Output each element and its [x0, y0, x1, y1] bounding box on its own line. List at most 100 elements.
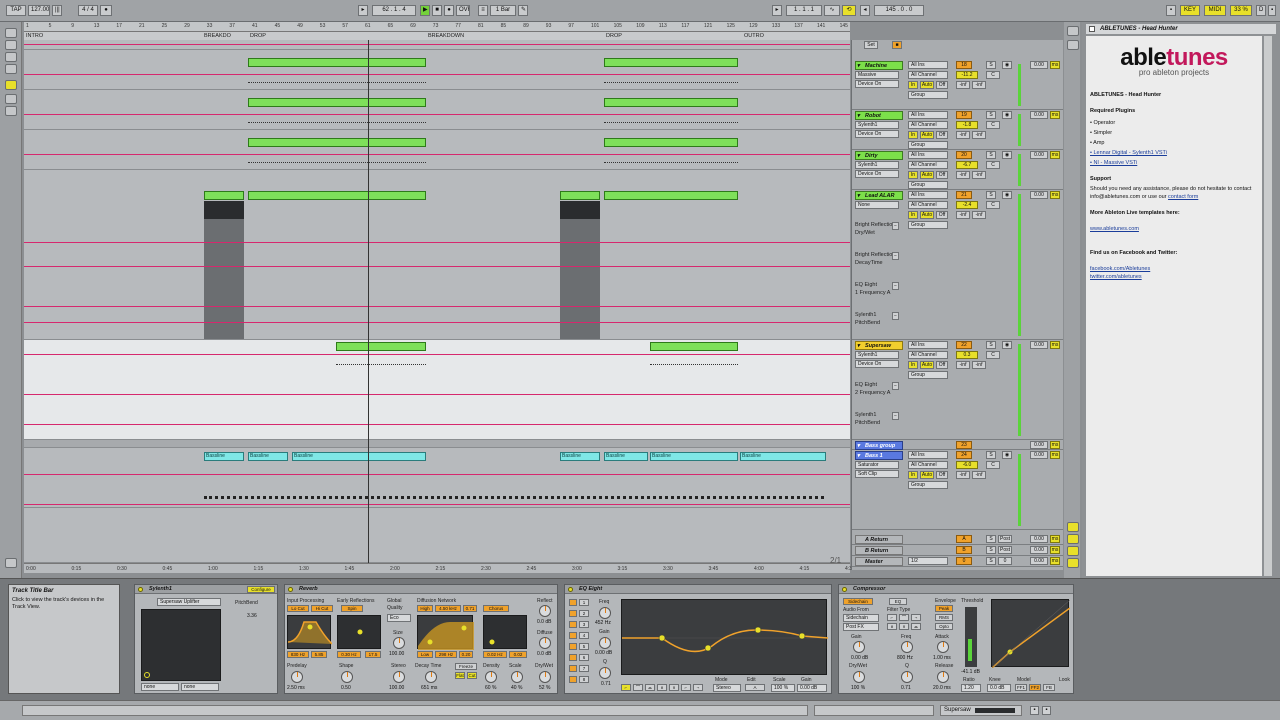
eq-band-toggle[interactable]: [569, 610, 577, 617]
pan-field[interactable]: C: [986, 161, 1000, 169]
volume-field[interactable]: -2.4: [956, 201, 978, 209]
help-view-toggle[interactable]: [1067, 26, 1079, 36]
input-channel-select[interactable]: All Channel: [908, 121, 948, 129]
ms-button[interactable]: ms: [1050, 61, 1060, 69]
scale-knob[interactable]: [511, 671, 523, 683]
eq-band-toggle[interactable]: [569, 599, 577, 606]
eq-band-select[interactable]: 4: [579, 632, 589, 639]
monitor-in-button[interactable]: In: [908, 471, 918, 479]
automation-line[interactable]: [24, 474, 850, 475]
ratio-field[interactable]: 1.20: [961, 684, 981, 692]
audio-from-select[interactable]: Sidechain: [843, 614, 879, 622]
low-button[interactable]: Low: [417, 651, 433, 658]
chorus-amount[interactable]: 0.02: [509, 651, 527, 658]
output-select[interactable]: Group: [908, 481, 948, 489]
hi-cut-button[interactable]: Hi Cut: [311, 605, 333, 612]
beat-ruler[interactable]: 1 5 9 13 17 21 25 29 33 37 41 45 49 53 57 61 65 69 73 77 81 8…: [24, 22, 850, 32]
key-map-button[interactable]: KEY: [1180, 5, 1200, 16]
loop-start[interactable]: 1 . 1 . 1: [786, 5, 822, 16]
locator-marker[interactable]: DROP: [606, 33, 622, 39]
output-select[interactable]: Group: [908, 91, 948, 99]
eq-filter-type-4[interactable]: ∧: [657, 684, 667, 691]
arrangement-lane[interactable]: [24, 130, 850, 170]
input-channel-select[interactable]: All Channel: [908, 351, 948, 359]
spin-rate[interactable]: 0.30 Hz: [337, 651, 361, 658]
eq-edit-button[interactable]: A: [745, 684, 765, 691]
folder-button[interactable]: [5, 80, 17, 90]
eq-band-select[interactable]: 6: [579, 654, 589, 661]
filter-type-6[interactable]: ⌓: [911, 623, 921, 630]
sidechain-eq-button[interactable]: EQ: [889, 598, 907, 605]
volume-field[interactable]: -1.8: [956, 121, 978, 129]
send-value[interactable]: 0.00: [1030, 111, 1048, 119]
ms-button[interactable]: ms: [1050, 151, 1060, 159]
return-send-value[interactable]: 0.00: [1030, 557, 1048, 565]
track-name-4[interactable]: ▾ Supersaw: [855, 341, 903, 350]
diffusion-display[interactable]: [417, 615, 474, 650]
monitor-off-button[interactable]: Off: [936, 131, 948, 139]
send-value[interactable]: 0.00: [1030, 441, 1048, 449]
chorus-rate[interactable]: 0.02 Hz: [483, 651, 507, 658]
automation-line[interactable]: [24, 242, 850, 243]
tempo-nudge[interactable]: |||: [52, 5, 62, 16]
midi-clip[interactable]: [604, 98, 738, 107]
plugins-button[interactable]: [5, 64, 17, 74]
arm-button[interactable]: ◉: [1002, 151, 1012, 159]
packs-button[interactable]: [5, 106, 17, 116]
diffuse-knob[interactable]: [539, 637, 551, 649]
arrangement-lane[interactable]: [24, 50, 850, 90]
solo-button[interactable]: S: [986, 151, 996, 159]
input-channel-select[interactable]: All Channel: [908, 71, 948, 79]
eq-gain-knob[interactable]: [599, 637, 611, 649]
monitor-auto-button[interactable]: Auto: [920, 81, 934, 89]
track-name-3[interactable]: ▾ Lead ALAR: [855, 191, 903, 200]
set-button[interactable]: Set: [864, 41, 878, 49]
monitor-auto-button[interactable]: Auto: [920, 361, 934, 369]
return-post[interactable]: Post: [998, 535, 1012, 543]
eq-filter-type-2[interactable]: ⌒: [633, 684, 643, 691]
high-q[interactable]: 0.71: [463, 605, 477, 612]
eq-band-select[interactable]: 8: [579, 676, 589, 683]
lo-cut-q[interactable]: 5.85: [311, 651, 327, 658]
arm-button[interactable]: ◉: [1002, 61, 1012, 69]
track-activator[interactable]: 21: [956, 191, 972, 199]
return-ms[interactable]: ms: [1050, 546, 1060, 554]
play-button[interactable]: ▶: [420, 5, 430, 16]
input-type-select[interactable]: All Ins: [908, 451, 948, 459]
ms-button[interactable]: ms: [1050, 441, 1060, 449]
automation-line[interactable]: [24, 114, 850, 115]
eq-band-select[interactable]: 7: [579, 665, 589, 672]
facebook-link[interactable]: facebook.com/Abletunes: [1090, 265, 1258, 273]
track-activator[interactable]: 23: [956, 441, 972, 449]
arrangement-lane[interactable]: [24, 170, 850, 340]
plugin-item[interactable]: • Lennar Digital - Sylenth1 VSTi: [1090, 149, 1258, 157]
midi-clip[interactable]: [336, 342, 426, 351]
fold-icon[interactable]: ▾: [857, 442, 860, 449]
eq-band-select[interactable]: 1: [579, 599, 589, 606]
locator-marker[interactable]: BREAKDO: [204, 33, 231, 39]
eq-band-toggle[interactable]: [569, 632, 577, 639]
ms-button[interactable]: ms: [1050, 451, 1060, 459]
chorus-display[interactable]: [483, 615, 527, 649]
model-ff1-button[interactable]: FF1: [1015, 684, 1027, 691]
eq-filter-type-1[interactable]: ⌐: [621, 684, 631, 691]
eq-filter-type-5[interactable]: ∨: [669, 684, 679, 691]
draw-mode-button[interactable]: ✎: [518, 5, 528, 16]
automation-lane-param-3[interactable]: PitchBend: [855, 320, 880, 326]
return-name-0[interactable]: A Return: [855, 535, 903, 544]
fold-icon[interactable]: ▾: [857, 342, 860, 349]
filter-type-1[interactable]: ⌐: [887, 614, 897, 621]
device-power-icon[interactable]: [568, 587, 573, 592]
arrangement-lane[interactable]: [24, 90, 850, 130]
device-power-icon[interactable]: [842, 587, 847, 592]
ms-button[interactable]: ms: [1050, 191, 1060, 199]
shape-knob[interactable]: [341, 671, 353, 683]
automation-line[interactable]: [24, 154, 850, 155]
status-track-name[interactable]: Supersaw: [940, 705, 1022, 716]
monitor-auto-button[interactable]: Auto: [920, 471, 934, 479]
comp-drywet-knob[interactable]: [853, 671, 865, 683]
loop-length[interactable]: 145 . 0 . 0: [874, 5, 924, 16]
device-select[interactable]: None: [855, 201, 899, 209]
automation-line[interactable]: [24, 74, 850, 75]
fold-icon[interactable]: ▾: [857, 452, 860, 459]
